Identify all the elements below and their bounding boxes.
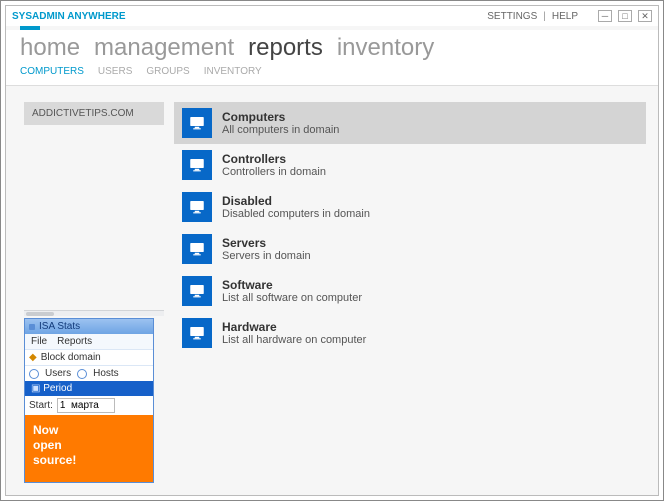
nav-management[interactable]: management xyxy=(94,34,234,62)
top-nav: home management reports inventory xyxy=(6,30,658,62)
app-title: SYSADMIN ANYWHERE xyxy=(12,11,126,22)
reports-list: Computers All computers in domain Contro… xyxy=(174,102,646,483)
promo-menu: File Reports xyxy=(25,334,153,349)
computer-icon xyxy=(182,108,212,138)
report-title: Software xyxy=(222,278,362,292)
promo-header: ISA Stats xyxy=(25,319,153,334)
report-title: Servers xyxy=(222,236,311,250)
host-icon xyxy=(77,369,87,379)
help-link[interactable]: HELP xyxy=(552,11,578,22)
promo-icon xyxy=(29,324,35,330)
subnav-computers[interactable]: COMPUTERS xyxy=(20,66,84,77)
nav-reports[interactable]: reports xyxy=(248,34,323,62)
title-bar: SYSADMIN ANYWHERE SETTINGS | HELP ─ □ ✕ xyxy=(6,6,658,26)
report-controllers[interactable]: Controllers Controllers in domain xyxy=(174,144,646,186)
report-hardware[interactable]: Hardware List all hardware on computer xyxy=(174,312,646,354)
report-software[interactable]: Software List all software on computer xyxy=(174,270,646,312)
promo-start-row: Start: xyxy=(25,396,153,415)
report-desc: List all software on computer xyxy=(222,292,362,304)
report-title: Controllers xyxy=(222,152,326,166)
promo-panel: ISA Stats File Reports ◆ Block domain xyxy=(24,318,154,483)
promo-menu-file[interactable]: File xyxy=(31,336,47,347)
subnav-inventory[interactable]: INVENTORY xyxy=(204,66,262,77)
ad-scrollbar[interactable] xyxy=(24,310,164,316)
tag-icon: ◆ xyxy=(29,352,37,363)
computer-icon xyxy=(182,150,212,180)
settings-link[interactable]: SETTINGS xyxy=(487,11,537,22)
report-title: Computers xyxy=(222,110,339,124)
minimize-button[interactable]: ─ xyxy=(598,10,612,22)
report-desc: Servers in domain xyxy=(222,250,311,262)
report-desc: All computers in domain xyxy=(222,124,339,136)
maximize-button[interactable]: □ xyxy=(618,10,632,22)
close-button[interactable]: ✕ xyxy=(638,10,652,22)
subnav-groups[interactable]: GROUPS xyxy=(146,66,189,77)
report-desc: Controllers in domain xyxy=(222,166,326,178)
promo-title: ISA Stats xyxy=(39,321,80,332)
report-disabled[interactable]: Disabled Disabled computers in domain xyxy=(174,186,646,228)
separator: | xyxy=(543,11,546,22)
computer-icon xyxy=(182,192,212,222)
nav-inventory[interactable]: inventory xyxy=(337,34,434,62)
promo-tab-users[interactable]: Users xyxy=(45,368,71,379)
computer-icon xyxy=(182,318,212,348)
promo-block-domain[interactable]: ◆ Block domain xyxy=(25,349,153,365)
report-servers[interactable]: Servers Servers in domain xyxy=(174,228,646,270)
computer-icon xyxy=(182,234,212,264)
promo-tabs: Users Hosts xyxy=(25,365,153,381)
report-title: Disabled xyxy=(222,194,370,208)
report-computers[interactable]: Computers All computers in domain xyxy=(174,102,646,144)
domain-box[interactable]: ADDICTIVETIPS.COM xyxy=(24,102,164,125)
report-desc: Disabled computers in domain xyxy=(222,208,370,220)
promo-tab-hosts[interactable]: Hosts xyxy=(93,368,119,379)
promo-period[interactable]: ▣ Period xyxy=(25,381,153,396)
report-title: Hardware xyxy=(222,320,366,334)
user-icon xyxy=(29,369,39,379)
sub-nav: COMPUTERS USERS GROUPS INVENTORY xyxy=(6,62,658,86)
promo-start-label: Start: xyxy=(29,400,53,411)
subnav-users[interactable]: USERS xyxy=(98,66,132,77)
report-desc: List all hardware on computer xyxy=(222,334,366,346)
promo-menu-reports[interactable]: Reports xyxy=(57,336,92,347)
nav-home[interactable]: home xyxy=(20,34,80,62)
promo-start-input[interactable] xyxy=(57,398,115,413)
promo-banner[interactable]: Now open source! xyxy=(25,415,153,482)
computer-icon xyxy=(182,276,212,306)
